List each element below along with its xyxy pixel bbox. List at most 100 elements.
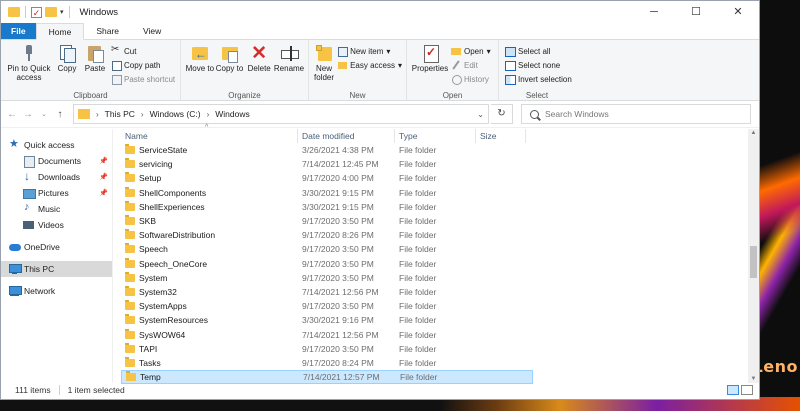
details-view-icon[interactable] <box>727 385 739 395</box>
scrollbar-thumb[interactable] <box>750 246 757 278</box>
back-arrow-icon[interactable]: ← <box>5 109 19 120</box>
breadcrumb-drive-c[interactable]: Windows (C:) <box>150 109 201 119</box>
nav-item-downloads[interactable]: Downloads 📌 <box>1 169 112 185</box>
tab-view[interactable]: View <box>131 23 173 39</box>
table-row[interactable]: SystemResources 3/30/2021 9:16 PM File fol… <box>121 313 533 327</box>
vertical-scrollbar[interactable]: ▲ ▼ <box>748 129 759 383</box>
column-header-size[interactable]: Size <box>476 129 526 143</box>
address-bar[interactable]: › This PC › Windows (C:) › Windows ⌄ <box>73 104 489 124</box>
breadcrumb-separator-icon[interactable]: › <box>141 110 144 119</box>
customize-toolbar-chevron-icon[interactable]: ▾ <box>60 8 64 16</box>
table-row[interactable]: ServiceState 3/26/2021 4:38 PM File folder <box>121 143 533 157</box>
file-date-modified: 9/17/2020 8:24 PM <box>302 357 374 368</box>
rename-label: Rename <box>273 64 305 73</box>
address-history-chevron-icon[interactable]: ⌄ <box>477 110 484 119</box>
table-row[interactable]: Speech_OneCore 9/17/2020 3:50 PM File fold… <box>121 257 533 271</box>
column-header-date-modified[interactable]: Date modified <box>298 129 395 143</box>
nav-this-pc[interactable]: This PC <box>1 261 112 277</box>
tab-share[interactable]: Share <box>84 23 131 39</box>
table-row[interactable]: ShellExperiences 3/30/2021 9:15 PM File fo… <box>121 200 533 214</box>
nav-documents-label: Documents <box>38 156 81 166</box>
pinned-icon: 📌 <box>99 158 108 165</box>
refresh-icon[interactable]: ↻ <box>491 104 513 124</box>
new-folder-quick-icon[interactable] <box>45 7 57 17</box>
table-row[interactable]: Tasks 9/17/2020 8:24 PM File folder <box>121 356 533 370</box>
edit-button[interactable]: Edit <box>451 59 491 71</box>
search-box[interactable] <box>521 104 751 124</box>
address-folder-icon <box>78 109 90 119</box>
nav-item-music[interactable]: Music <box>1 201 112 217</box>
status-divider <box>58 385 60 395</box>
nav-onedrive[interactable]: OneDrive <box>1 239 112 255</box>
column-header-type[interactable]: Type <box>395 129 476 143</box>
recent-locations-chevron-icon[interactable]: ⌄ <box>37 110 51 118</box>
nav-network[interactable]: Network <box>1 283 112 299</box>
scissors-icon <box>111 44 121 56</box>
up-arrow-icon[interactable]: ↑ <box>53 109 67 120</box>
history-button[interactable]: History <box>451 73 491 85</box>
forward-arrow-icon[interactable]: → <box>21 109 35 120</box>
breadcrumb-separator-icon[interactable]: › <box>207 110 210 119</box>
delete-icon <box>250 42 268 65</box>
file-type: File folder <box>399 230 437 241</box>
new-item-button[interactable]: New item ▾ <box>337 45 402 57</box>
file-date-modified: 9/17/2020 4:00 PM <box>302 173 374 184</box>
file-date-modified: 3/30/2021 9:16 PM <box>302 315 374 326</box>
documents-icon <box>23 156 35 168</box>
table-row[interactable]: Speech 9/17/2020 3:50 PM File folder <box>121 242 533 256</box>
minimize-button[interactable]: ─ <box>633 1 675 23</box>
table-row[interactable]: ShellComponents 3/30/2021 9:15 PM File fol… <box>121 186 533 200</box>
easy-access-button[interactable]: Easy access ▾ <box>337 59 402 71</box>
file-type: File folder <box>399 357 437 368</box>
breadcrumb-this-pc[interactable]: This PC <box>105 109 135 119</box>
scroll-up-arrow-icon[interactable]: ▲ <box>748 130 759 136</box>
select-all-button[interactable]: Select all <box>505 45 572 57</box>
select-none-button[interactable]: Select none <box>505 59 572 71</box>
copy-icon <box>58 44 76 63</box>
table-row[interactable]: SysWOW64 7/14/2021 12:56 PM File folder <box>121 327 533 341</box>
table-row[interactable]: System 9/17/2020 3:50 PM File folder <box>121 271 533 285</box>
cut-button[interactable]: Cut <box>111 44 175 57</box>
file-name-cell: SKB <box>121 215 298 227</box>
copy-label: Copy <box>57 64 77 73</box>
invert-selection-button[interactable]: Invert selection <box>505 73 572 85</box>
properties-quick-icon[interactable]: ✓ <box>31 6 42 18</box>
close-button[interactable]: ✕ <box>717 1 759 23</box>
file-name: SKB <box>139 216 157 227</box>
file-type: File folder <box>399 187 437 198</box>
table-row[interactable]: Setup 9/17/2020 4:00 PM File folder <box>121 171 533 185</box>
search-input[interactable] <box>545 109 725 119</box>
tab-file[interactable]: File <box>1 23 36 39</box>
table-row[interactable]: SystemApps 9/17/2020 3:50 PM File folder <box>121 299 533 313</box>
table-row[interactable]: SoftwareDistribution 9/17/2020 8:26 PM Fil… <box>121 228 533 242</box>
copy-path-button[interactable]: Copy path <box>111 59 175 71</box>
large-icons-view-icon[interactable] <box>741 385 753 395</box>
file-name-cell: TAPI <box>121 342 298 354</box>
nav-item-videos[interactable]: Videos <box>1 217 112 233</box>
nav-item-pictures[interactable]: Pictures 📌 <box>1 185 112 201</box>
folder-icon <box>125 229 135 240</box>
table-row[interactable]: servicing 7/14/2021 12:45 PM File folder <box>121 157 533 171</box>
select-none-icon <box>505 60 516 71</box>
table-row[interactable]: System32 7/14/2021 12:56 PM File folder <box>121 285 533 299</box>
file-date-modified: 9/17/2020 3:50 PM <box>302 216 374 227</box>
paste-shortcut-button[interactable]: Paste shortcut <box>111 73 175 85</box>
open-group: Properties Open▾ Edit History Open <box>407 40 499 101</box>
breadcrumb-separator-icon[interactable]: › <box>96 110 99 119</box>
table-row[interactable]: TAPI 9/17/2020 3:50 PM File folder <box>121 342 533 356</box>
breadcrumb-windows[interactable]: Windows <box>215 109 249 119</box>
column-header-name[interactable]: Name <box>113 129 298 143</box>
properties-label: Properties <box>411 64 449 73</box>
folder-icon <box>125 186 135 197</box>
file-name-cell: System32 <box>121 285 298 297</box>
file-name-cell: Tasks <box>121 356 298 368</box>
file-rows: ServiceState 3/26/2021 4:38 PM File folder… <box>113 143 759 385</box>
maximize-button[interactable]: ☐ <box>675 1 717 23</box>
nav-item-documents[interactable]: Documents 📌 <box>1 153 112 169</box>
file-type: File folder <box>399 329 437 340</box>
nav-quick-access[interactable]: Quick access <box>1 137 112 153</box>
tab-home[interactable]: Home <box>35 23 85 40</box>
new-group-label: New <box>349 91 366 100</box>
open-button[interactable]: Open ▾ <box>451 45 491 57</box>
table-row[interactable]: SKB 9/17/2020 3:50 PM File folder <box>121 214 533 228</box>
